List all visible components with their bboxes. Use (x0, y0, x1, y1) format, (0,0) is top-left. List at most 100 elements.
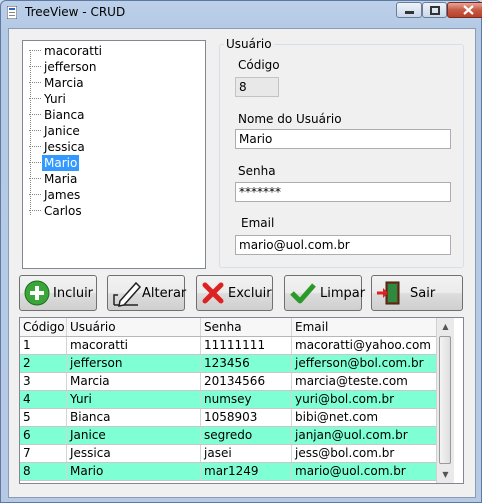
col-header-codigo[interactable]: Código (20, 318, 67, 336)
tree-item-selected[interactable]: Mario (29, 155, 80, 171)
form-client-area: macoratti jefferson Marcia Yuri Bianca J… (8, 28, 476, 498)
green-check-icon (290, 283, 316, 304)
tree-item[interactable]: Janice (29, 123, 82, 139)
cell-codigo: 6 (20, 427, 67, 444)
cell-senha: jasei (201, 445, 292, 462)
close-icon (462, 5, 474, 15)
cell-senha: 1058903 (201, 409, 292, 426)
table-row[interactable]: 5 Bianca 1058903 bibi@net.com (20, 409, 436, 427)
close-button[interactable] (447, 2, 482, 18)
scroll-thumb[interactable] (439, 336, 451, 464)
plus-circle-icon (24, 280, 50, 306)
user-treeview[interactable]: macoratti jefferson Marcia Yuri Bianca J… (22, 40, 206, 269)
table-row[interactable]: 2 jefferson 123456 jefferson@bol.com.br (20, 355, 436, 373)
tree-item-label: Yuri (44, 92, 66, 106)
alterar-label: Alterar (142, 285, 187, 301)
scroll-down-icon[interactable]: ▼ (437, 466, 454, 483)
tree-item[interactable]: Yuri (29, 91, 68, 107)
tree-item-label: Janice (44, 124, 80, 138)
senha-label: Senha (238, 164, 276, 178)
cell-usuario: Janice (67, 427, 201, 444)
app-window: TreeView - CRUD macoratti jefferson Marc… (0, 0, 482, 503)
window-title: TreeView - CRUD (25, 5, 126, 19)
col-header-usuario[interactable]: Usuário (67, 318, 201, 336)
tree-item-label: jefferson (44, 60, 97, 74)
table-row[interactable]: 6 Janice segredo janjan@uol.com.br (20, 427, 436, 445)
limpar-label: Limpar (320, 285, 366, 301)
cell-email: bibi@net.com (295, 410, 379, 424)
excluir-button[interactable]: Excluir (196, 275, 273, 311)
tree-item-label: Carlos (44, 204, 82, 218)
codigo-field: 8 (235, 77, 279, 97)
cell-senha: mar1249 (201, 463, 292, 480)
cell-usuario: Marcia (67, 373, 201, 390)
cell-email: macoratti@yahoo.com (295, 338, 431, 352)
red-x-icon (202, 282, 224, 304)
cell-senha: 20134566 (201, 373, 292, 390)
cell-usuario: jefferson (67, 355, 201, 372)
incluir-label: Incluir (53, 285, 94, 301)
table-row[interactable]: 8 Mario mar1249 mario@uol.com.br (20, 463, 436, 481)
col-header-email[interactable]: Email (292, 318, 436, 336)
nome-label: Nome do Usuário (238, 112, 342, 126)
sair-button[interactable]: Sair (371, 275, 463, 311)
nome-field[interactable]: Mario (235, 129, 451, 149)
tree-item[interactable]: macoratti (29, 43, 104, 59)
cell-usuario: Jessica (67, 445, 201, 462)
table-row[interactable]: 1 macoratti 11111111 macoratti@yahoo.com (20, 337, 436, 355)
table-row[interactable]: 4 Yuri numsey yuri@bol.com.br (20, 391, 436, 409)
cell-usuario: Mario (67, 463, 201, 480)
cell-codigo: 7 (20, 445, 67, 462)
senha-field[interactable]: ******* (235, 182, 451, 202)
cell-codigo: 3 (20, 373, 67, 390)
tree-item[interactable]: Jessica (29, 139, 87, 155)
tree-item[interactable]: Marcia (29, 75, 86, 91)
app-icon (7, 6, 17, 19)
cell-codigo: 8 (20, 463, 67, 480)
cell-email: jess@bol.com.br (295, 446, 395, 460)
maximize-icon (429, 5, 440, 15)
cell-codigo: 5 (20, 409, 67, 426)
tree-item-label: Mario (42, 155, 80, 171)
edit-pencil-icon (113, 281, 142, 307)
cell-usuario: Yuri (67, 391, 201, 408)
incluir-button[interactable]: Incluir (19, 275, 97, 311)
table-row[interactable]: 3 Marcia 20134566 marcia@teste.com (20, 373, 436, 391)
excluir-label: Excluir (228, 285, 272, 301)
tree-item[interactable]: Bianca (29, 107, 86, 123)
maximize-button[interactable] (422, 2, 447, 18)
cell-codigo: 2 (20, 355, 67, 372)
tree-item[interactable]: James (29, 187, 82, 203)
minimize-button[interactable] (396, 2, 422, 18)
alterar-button[interactable]: Alterar (107, 275, 187, 311)
tree-item[interactable]: jefferson (29, 59, 99, 75)
cell-senha: segredo (201, 427, 292, 444)
email-label: Email (241, 216, 275, 230)
cell-senha: 11111111 (201, 337, 292, 354)
tree-item-label: James (44, 188, 81, 202)
sair-label: Sair (410, 285, 436, 301)
cell-senha: 123456 (201, 355, 292, 372)
email-field[interactable]: mario@uol.com.br (235, 235, 451, 255)
user-groupbox: Usuário Código 8 Nome do Usuário Mario S… (219, 37, 464, 268)
tree-item-label: macoratti (44, 44, 103, 58)
scroll-up-icon[interactable]: ▲ (437, 318, 454, 335)
cell-usuario: Bianca (67, 409, 201, 426)
col-header-senha[interactable]: Senha (201, 318, 292, 336)
grid-vertical-scrollbar[interactable]: ▲ ▼ (436, 318, 454, 483)
cell-email: marcia@teste.com (295, 374, 408, 388)
table-row[interactable]: 7 Jessica jasei jess@bol.com.br (20, 445, 436, 463)
tree-item[interactable]: Carlos (29, 203, 84, 219)
minimize-icon (404, 11, 414, 14)
cell-senha: numsey (201, 391, 292, 408)
title-bar[interactable]: TreeView - CRUD (1, 1, 482, 25)
tree-item-label: Bianca (44, 108, 85, 122)
tree-item[interactable]: Maria (29, 171, 79, 187)
tree-item-label: Jessica (44, 140, 85, 154)
grid-header: Código Usuário Senha Email (20, 318, 436, 337)
users-datagrid[interactable]: Código Usuário Senha Email 1 macoratti 1… (19, 317, 464, 484)
codigo-label: Código (238, 58, 280, 72)
tree-item-label: Marcia (44, 76, 84, 90)
cell-codigo: 1 (20, 337, 67, 354)
limpar-button[interactable]: Limpar (284, 275, 366, 311)
